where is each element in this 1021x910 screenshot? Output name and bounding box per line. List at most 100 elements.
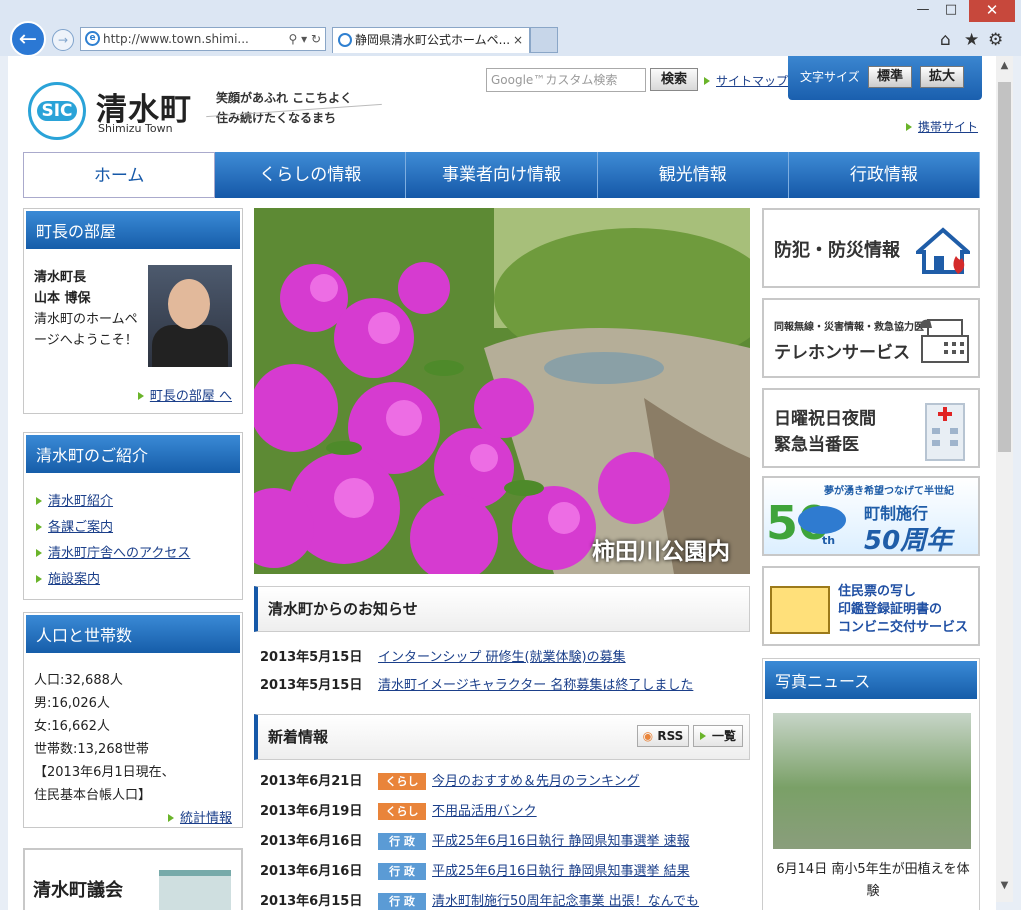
new-tab-button[interactable] <box>530 27 558 53</box>
nav-tourism[interactable]: 観光情報 <box>597 152 789 198</box>
town-logo[interactable]: SIC <box>28 82 86 140</box>
photo-news-caption[interactable]: 6月14日 南小5年生が田植えを体験 <box>771 859 975 903</box>
vertical-scrollbar[interactable]: ▲ ▼ <box>996 56 1013 902</box>
council-title: 清水町議会 <box>33 880 123 901</box>
convenience-store-icon <box>770 586 830 634</box>
list-item[interactable]: 清水町紹介 <box>36 489 190 515</box>
banner-anniversary: 50周年 <box>864 526 953 556</box>
household-count: 世帯数:13,268世帯 <box>34 742 149 757</box>
intro-link[interactable]: 各課ご案内 <box>48 520 113 535</box>
scroll-down-arrow-icon[interactable]: ▼ <box>996 880 1013 898</box>
tab-close-icon[interactable]: × <box>513 28 523 52</box>
news-category-badge: くらし <box>378 773 426 790</box>
arrow-icon <box>906 123 912 131</box>
crime-disaster-banner[interactable]: 防犯・防災情報 <box>762 208 980 288</box>
sitemap-label[interactable]: サイトマップ <box>716 74 788 88</box>
azalea-photo <box>254 208 750 574</box>
font-size-panel: 文字サイズ 標準 拡大 <box>788 56 982 100</box>
news-row: 2013年6月16日行 政平成25年6月16日執行 静岡県知事選挙 結果 <box>260 860 690 880</box>
news-row: 2013年6月16日行 政平成25年6月16日執行 静岡県知事選挙 速報 <box>260 830 690 850</box>
scroll-up-arrow-icon[interactable]: ▲ <box>996 60 1013 78</box>
news-link[interactable]: 今月のおすすめ＆先月のランキング <box>432 774 640 789</box>
council-banner[interactable]: 清水町議会 <box>23 848 243 910</box>
nav-living[interactable]: くらしの情報 <box>215 152 407 198</box>
news-date: 2013年6月21日 <box>260 774 363 789</box>
town-50th-anniversary-banner[interactable]: 夢が湧き希望つなげて半世紀 町制施行 50周年 50 th <box>762 476 980 556</box>
search-input[interactable]: Google™カスタム検索 <box>486 68 646 92</box>
notice-date: 2013年5月15日 <box>260 678 363 693</box>
population-male: 男:16,026人 <box>34 696 110 711</box>
stats-link[interactable]: 統計情報 <box>167 807 232 826</box>
population-date: 【2013年6月1日現在、 <box>34 765 175 780</box>
maximize-button[interactable]: □ <box>937 0 965 22</box>
list-all-button[interactable]: 一覧 <box>693 725 743 747</box>
scroll-thumb[interactable] <box>998 82 1011 452</box>
convenience-store-certificate-banner[interactable]: 住民票の写し 印鑑登録証明書の コンビニ交付サービス <box>762 566 980 646</box>
font-standard-button[interactable]: 標準 <box>868 66 912 88</box>
population-female: 女:16,662人 <box>34 719 110 734</box>
news-link[interactable]: 平成25年6月16日執行 静岡県知事選挙 結果 <box>432 864 690 879</box>
news-title: 新着情報 <box>268 728 329 746</box>
global-nav: ホーム くらしの情報 事業者向け情報 観光情報 行政情報 <box>23 152 981 198</box>
ie-icon: e <box>85 31 100 46</box>
banner-subtitle: 緊急当番医 <box>774 435 859 455</box>
slogan-line1: 笑顔があふれ ここちよく <box>216 91 353 105</box>
search-refresh-icons[interactable]: ⚲ ▾ ↻ <box>289 28 322 50</box>
photo-news-image[interactable] <box>773 713 971 849</box>
tab-favicon-icon <box>338 33 352 47</box>
nav-business[interactable]: 事業者向け情報 <box>406 152 598 198</box>
mayor-role: 清水町長 <box>34 270 87 285</box>
notice-link[interactable]: インターンシップ 研修生(就業体験)の募集 <box>378 650 626 665</box>
list-item[interactable]: 各課ご案内 <box>36 515 190 541</box>
nav-home[interactable]: ホーム <box>23 152 216 198</box>
news-date: 2013年6月15日 <box>260 894 363 909</box>
banner-title: 防犯・防災情報 <box>774 240 900 261</box>
tab-title: 静岡県清水町公式ホームペ... <box>355 33 511 47</box>
settings-gear-icon[interactable]: ⚙ <box>988 30 1003 50</box>
hero-caption: 柿田川公園内 <box>592 539 730 565</box>
banner-subtitle: コンビニ交付サービス <box>838 620 969 635</box>
emergency-doctor-banner[interactable]: 日曜祝日夜間 緊急当番医 <box>762 388 980 468</box>
arrow-icon <box>137 392 144 400</box>
list-item[interactable]: 施設案内 <box>36 567 190 593</box>
sitemap-link[interactable]: サイトマップ <box>704 72 788 89</box>
font-size-label: 文字サイズ <box>800 70 860 84</box>
favorites-star-icon[interactable]: ★ <box>964 30 979 50</box>
mayor-link[interactable]: 町長の部屋 へ <box>137 385 232 404</box>
telephone-service-banner[interactable]: 同報無線・災害情報・救急協力医 テレホンサービス <box>762 298 980 378</box>
news-category-badge: くらし <box>378 803 426 820</box>
intro-link[interactable]: 施設案内 <box>48 572 100 587</box>
mayor-link-label[interactable]: 町長の部屋 へ <box>150 389 232 404</box>
population-title: 人口と世帯数 <box>24 613 242 655</box>
close-window-button[interactable]: ✕ <box>969 0 1015 22</box>
mayor-name: 山本 博保 <box>34 291 91 306</box>
font-large-button[interactable]: 拡大 <box>920 66 964 88</box>
news-link[interactable]: 清水町制施行50周年記念事業 出張！なんでも <box>432 894 699 909</box>
home-icon[interactable]: ⌂ <box>940 30 951 50</box>
news-link[interactable]: 不用品活用バンク <box>432 804 537 819</box>
browser-tab[interactable]: 静岡県清水町公式ホームペ... × <box>332 27 530 53</box>
forward-button[interactable]: → <box>52 29 74 51</box>
list-item[interactable]: 清水町庁舎へのアクセス <box>36 541 190 567</box>
intro-link[interactable]: 清水町庁舎へのアクセス <box>48 546 190 561</box>
stats-link-label[interactable]: 統計情報 <box>180 811 232 826</box>
search-button[interactable]: 検索 <box>650 68 698 91</box>
nav-admin[interactable]: 行政情報 <box>788 152 981 198</box>
mobile-site-label[interactable]: 携帯サイト <box>918 120 978 134</box>
rss-icon: ◉ <box>642 729 654 743</box>
notice-link[interactable]: 清水町イメージキャラクター 名称募集は終了しました <box>378 678 693 693</box>
news-category-badge: 行 政 <box>378 893 426 910</box>
banner-title: テレホンサービス <box>774 343 910 363</box>
news-link[interactable]: 平成25年6月16日執行 静岡県知事選挙 速報 <box>432 834 690 849</box>
back-button[interactable]: ← <box>10 21 46 57</box>
news-category-badge: 行 政 <box>378 833 426 850</box>
rss-button[interactable]: ◉ RSS <box>637 725 689 747</box>
news-date: 2013年6月16日 <box>260 834 363 849</box>
mobile-site-link[interactable]: 携帯サイト <box>906 118 978 135</box>
banner-title: 住民票の写し <box>838 584 917 599</box>
emblem-icon <box>798 506 846 534</box>
intro-box: 清水町のご紹介 清水町紹介 各課ご案内 清水町庁舎へのアクセス 施設案内 <box>23 432 243 600</box>
address-bar[interactable]: e http://www.town.shimi... ⚲ ▾ ↻ <box>80 27 326 51</box>
minimize-button[interactable]: — <box>909 0 937 22</box>
intro-link[interactable]: 清水町紹介 <box>48 494 113 509</box>
